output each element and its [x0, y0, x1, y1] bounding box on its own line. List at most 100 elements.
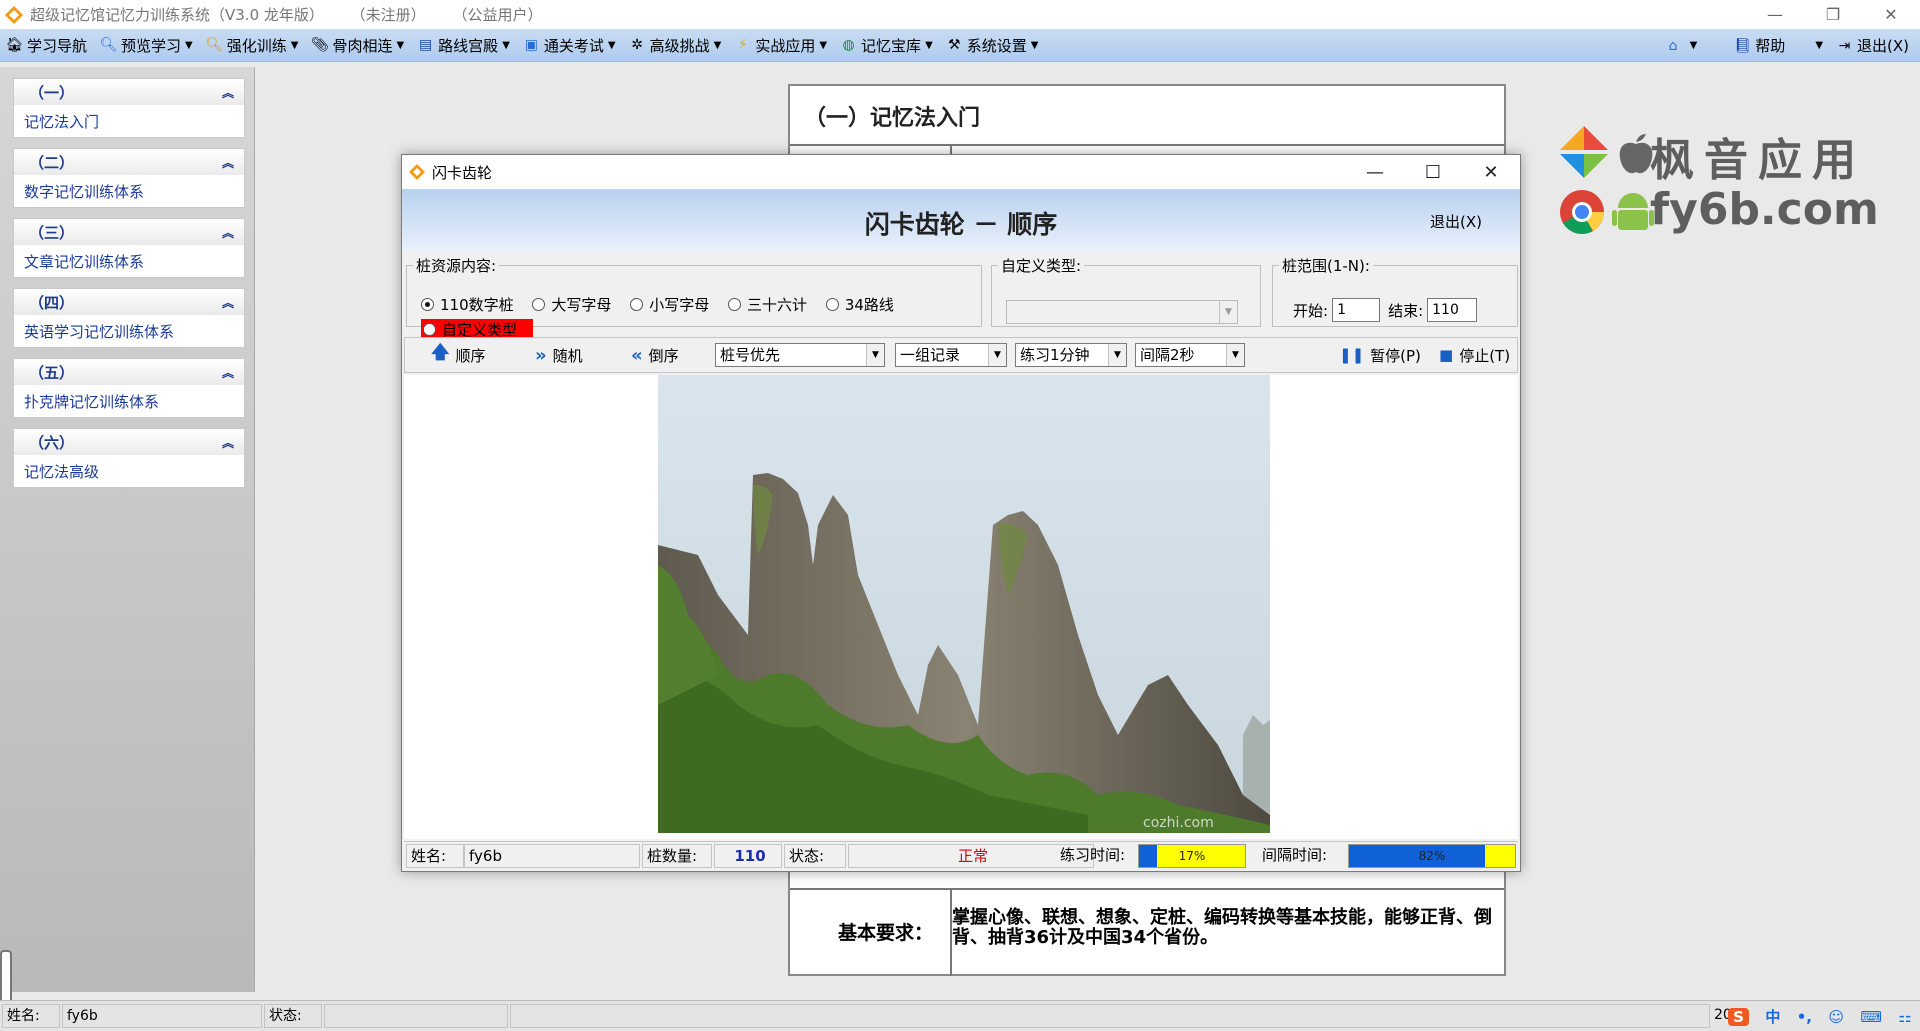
menu-label: 预览学习 — [121, 36, 182, 55]
section-header[interactable]: （三） ︽ — [14, 219, 244, 245]
menu-route-palace[interactable]: ▤ 路线宫殿 ▼ — [411, 29, 517, 62]
toolbox-icon[interactable]: ⚏ — [1898, 1008, 1911, 1026]
status-state-label: 状态: — [784, 844, 846, 868]
double-chevron-right-icon: » — [535, 344, 547, 366]
house-icon: 🏠︎ — [5, 37, 24, 53]
radio-34-routes[interactable]: 34路线 — [825, 294, 894, 315]
collapse-icon[interactable]: ︽ — [222, 294, 234, 311]
chinese-mode-icon[interactable]: 中 — [1765, 1006, 1780, 1027]
section-number: （四） — [29, 293, 75, 312]
menu-exam[interactable]: ▣ 通关考试 ▼ — [517, 29, 623, 62]
menu-exit[interactable]: ⇥ 退出(X) — [1830, 29, 1916, 62]
status-name-label: 姓名: — [406, 844, 464, 868]
window-title: 超级记忆馆记忆力训练系统（V3.0 龙年版） （未注册） （公益用户） — [30, 4, 564, 25]
section-header[interactable]: （一） ︽ — [14, 79, 244, 105]
dialog-maximize-button[interactable]: ☐ — [1404, 155, 1462, 189]
range-end-label: 结束: — [1388, 301, 1424, 320]
menu-advanced-challenge[interactable]: ✲ 高级挑战 ▼ — [623, 29, 729, 62]
order-select[interactable]: 桩号优先 ▼ — [715, 343, 885, 367]
menu-system-settings[interactable]: ⚒︎ 系统设置 ▼ — [940, 29, 1046, 62]
flashcard-dialog: 闪卡齿轮 — ☐ ✕ 闪卡齿轮 － 顺序 退出(X) 桩资源内容: 110数字桩… — [401, 154, 1521, 872]
sequential-button[interactable]: 🡅 顺序 — [431, 338, 486, 372]
radio-110-digits[interactable]: 110数字桩 — [421, 294, 514, 315]
main-status-bar: 姓名: fy6b 状态: 20 S 中 •, ☺ ⌨ ⚏ — [0, 1000, 1920, 1031]
duration-select[interactable]: 练习1分钟 ▼ — [1015, 343, 1127, 367]
dialog-exit-button[interactable]: 退出(X) — [1430, 211, 1482, 232]
range-legend: 桩范围(1-N): — [1282, 257, 1370, 275]
collapse-icon[interactable]: ︽ — [222, 154, 234, 171]
chevron-down-icon: ▼ — [185, 39, 193, 51]
dialog-close-button[interactable]: ✕ — [1462, 155, 1520, 189]
menu-bone-flesh[interactable]: 📎︎ 骨肉相连 ▼ — [305, 29, 411, 62]
record-select[interactable]: 一组记录 ▼ — [895, 343, 1007, 367]
sogou-ime-icon[interactable]: S — [1728, 1007, 1749, 1026]
menu-home-dropdown[interactable]: ⌂ ▼ — [1659, 29, 1705, 62]
close-button[interactable]: ✕ — [1862, 0, 1920, 29]
radio-uppercase[interactable]: 大写字母 — [532, 294, 611, 315]
ime-tray: S 中 •, ☺ ⌨ ⚏ — [1720, 1001, 1920, 1031]
radio-label: 大写字母 — [551, 296, 612, 314]
minimize-button[interactable]: — — [1746, 0, 1804, 29]
range-start-input[interactable]: 1 — [1332, 298, 1381, 322]
collapse-icon[interactable]: ︽ — [222, 434, 234, 451]
button-label: 顺序 — [455, 346, 486, 365]
collapse-icon[interactable]: ︽ — [222, 224, 234, 241]
menu-practical-application[interactable]: ⚡︎ 实战应用 ▼ — [728, 29, 834, 62]
bottom-message — [510, 1004, 1710, 1028]
menu-label: 帮助 — [1755, 37, 1786, 55]
range-end-input[interactable]: 110 — [1427, 298, 1478, 322]
chevron-down-icon: ▼ — [1689, 40, 1698, 51]
radio-lowercase[interactable]: 小写字母 — [630, 294, 709, 315]
sidebar-item-memory-intro[interactable]: 记忆法入门 — [14, 105, 244, 132]
interval-select[interactable]: 间隔2秒 ▼ — [1135, 343, 1245, 367]
keyboard-icon[interactable]: ⌨ — [1860, 1008, 1882, 1026]
app-logo-icon — [4, 5, 24, 25]
section-header[interactable]: （六） ︽ — [14, 429, 244, 455]
punctuation-icon[interactable]: •, — [1797, 1008, 1812, 1026]
section-header[interactable]: （四） ︽ — [14, 289, 244, 315]
sidebar-item-english-training[interactable]: 英语学习记忆训练体系 — [14, 315, 244, 342]
chevron-down-icon: ▼ — [819, 39, 828, 51]
doc-title: （一）记忆法入门 — [804, 106, 981, 131]
button-label: 停止(T) — [1459, 346, 1511, 365]
custom-type-select[interactable]: ▼ — [1006, 300, 1238, 324]
menu-label: 骨肉相连 — [332, 36, 393, 55]
section-number: （三） — [29, 223, 75, 242]
menu-preview-study[interactable]: 🔍︎ 预览学习 ▼ — [94, 29, 200, 62]
collapse-icon[interactable]: ︽ — [222, 364, 234, 381]
menu-intensive-training[interactable]: 🔍︎ 强化训练 ▼ — [200, 29, 306, 62]
chevron-down-icon: ▼ — [1226, 344, 1244, 366]
dialog-title: 闪卡齿轮 — [432, 163, 493, 182]
emoji-icon[interactable]: ☺ — [1828, 1008, 1844, 1026]
sidebar-item-number-training[interactable]: 数字记忆训练体系 — [14, 175, 244, 202]
button-label: 随机 — [552, 346, 583, 365]
sidebar-item-poker-training[interactable]: 扑克牌记忆训练体系 — [14, 385, 244, 412]
section-number: （二） — [29, 153, 75, 172]
random-button[interactable]: » 随机 — [535, 338, 583, 372]
section-header[interactable]: （二） ︽ — [14, 149, 244, 175]
sidebar-section-2: （二） ︽ 数字记忆训练体系 — [13, 148, 245, 208]
menu-help-dropdown[interactable]: ▼ — [1806, 29, 1830, 62]
collapse-icon[interactable]: ︽ — [222, 84, 234, 101]
radio-custom-type[interactable]: 自定义类型 — [421, 319, 533, 339]
reverse-button[interactable]: « 倒序 — [631, 338, 679, 372]
dialog-minimize-button[interactable]: — — [1346, 155, 1404, 189]
chevron-down-icon: ▼ — [1219, 301, 1237, 323]
section-header[interactable]: （五） ︽ — [14, 359, 244, 385]
radio-36-strategies[interactable]: 三十六计 — [728, 294, 807, 315]
menu-label: 退出(X) — [1857, 37, 1909, 55]
stop-icon: ■ — [1439, 346, 1454, 364]
menu-memory-treasury[interactable]: ◍ 记忆宝库 ▼ — [834, 29, 940, 62]
range-group: 桩范围(1-N): 开始: 1 结束: 110 — [1272, 255, 1518, 327]
sidebar-item-advanced[interactable]: 记忆法高级 — [14, 455, 244, 482]
restore-button[interactable]: ❐ — [1804, 0, 1862, 29]
pause-button[interactable]: ❚❚ 暂停(P) — [1339, 338, 1421, 372]
dialog-title-bar: 闪卡齿轮 — ☐ ✕ — [402, 155, 1520, 189]
menu-help[interactable]: 📘︎ 帮助 — [1728, 29, 1792, 62]
stop-button[interactable]: ■ 停止(T) — [1439, 338, 1510, 372]
sidebar-item-article-training[interactable]: 文章记忆训练体系 — [14, 245, 244, 272]
status-name-value: fy6b — [464, 844, 640, 868]
menu-study-nav[interactable]: 🏠︎ 学习导航 — [0, 29, 94, 62]
arrow-up-icon: 🡅 — [431, 342, 450, 363]
menu-label: 高级挑战 — [649, 36, 710, 55]
